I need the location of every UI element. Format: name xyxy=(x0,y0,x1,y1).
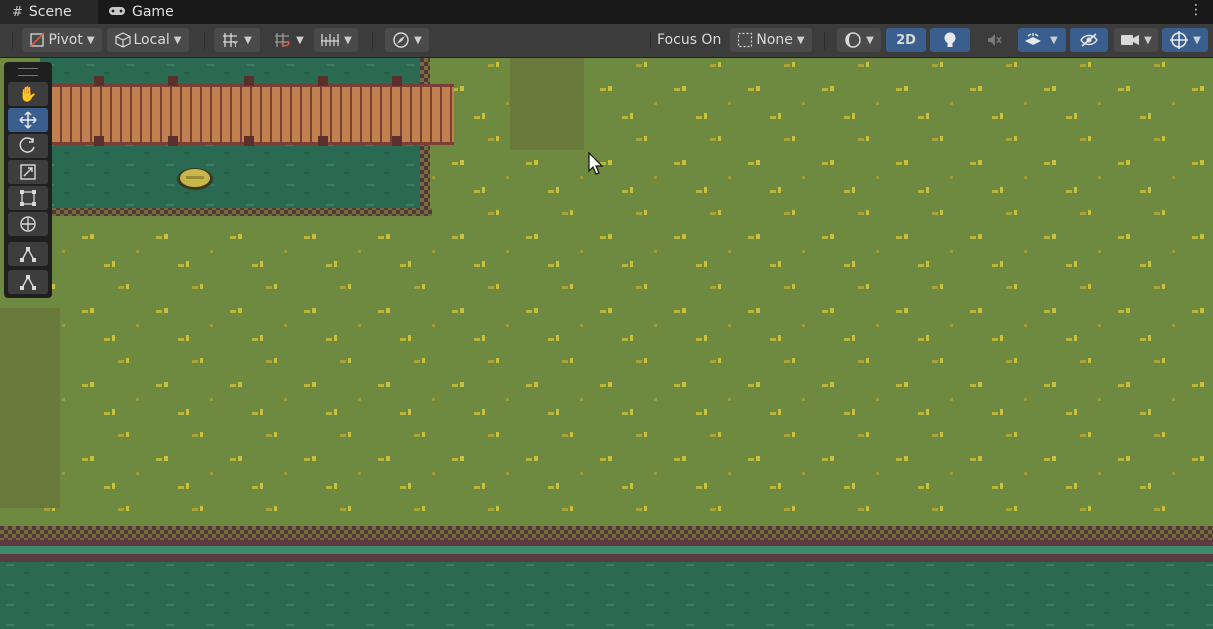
pivot-icon xyxy=(30,33,45,47)
focus-on-label: Focus On xyxy=(657,32,722,48)
local-dropdown[interactable]: Local ▼ xyxy=(107,28,189,52)
gizmos-dropdown[interactable]: ▼ xyxy=(1162,28,1208,52)
palette-grip[interactable] xyxy=(18,68,38,76)
grid-snap-icon: Y xyxy=(223,33,238,48)
lighting-toggle-button[interactable] xyxy=(930,28,970,52)
audio-mute-icon xyxy=(988,34,1002,46)
focus-on-value: None xyxy=(756,32,793,48)
toolbar-grip xyxy=(12,32,13,49)
chevron-down-icon: ▼ xyxy=(244,34,252,46)
hand-icon: ✋ xyxy=(18,85,38,103)
snap-increment-icon xyxy=(275,33,290,47)
focus-on-dropdown[interactable]: None ▼ xyxy=(730,28,812,52)
focus-on-label-container: Focus On xyxy=(657,28,727,52)
path-nodes-icon xyxy=(20,247,36,262)
snap-increment-dropdown[interactable]: ▼ xyxy=(266,28,312,52)
tab-scene[interactable]: # Scene xyxy=(0,0,98,24)
chevron-down-icon: ▼ xyxy=(414,34,422,46)
rect-tool-button[interactable] xyxy=(8,186,48,210)
transform-icon xyxy=(20,216,36,232)
camera-icon xyxy=(1121,35,1140,45)
scene-toolbar: Pivot ▼ Local ▼ Y ▼ ▼ ▼ ▼ Focus On None … xyxy=(0,24,1213,58)
path-nodes-icon xyxy=(20,275,36,290)
rotate-tool-button[interactable] xyxy=(8,134,48,158)
scene-visibility-toggle[interactable] xyxy=(1070,28,1108,52)
toolbar-separator xyxy=(204,32,205,49)
rotate-icon xyxy=(19,137,35,153)
view-options-dropdown[interactable]: ▼ xyxy=(385,28,429,52)
tilemap-canvas xyxy=(0,58,1213,629)
transform-tool-button[interactable] xyxy=(8,212,48,236)
editor-tab-bar: # Scene Game ⋮ xyxy=(0,0,1213,24)
2d-label: 2D xyxy=(896,32,916,48)
hand-tool-button[interactable]: ✋ xyxy=(8,82,48,106)
chevron-down-icon: ▼ xyxy=(173,34,182,46)
svg-text:Y: Y xyxy=(232,40,238,48)
scene-view[interactable] xyxy=(0,58,1213,629)
eye-slash-icon xyxy=(1080,33,1098,47)
pivot-label: Pivot xyxy=(48,32,83,48)
chevron-down-icon: ▼ xyxy=(296,34,304,46)
gizmo-icon xyxy=(1170,31,1189,49)
chevron-down-icon: ▼ xyxy=(86,34,95,46)
grid-snap-dropdown[interactable]: Y ▼ xyxy=(214,28,260,52)
mouse-cursor-icon xyxy=(588,151,604,180)
compass-icon xyxy=(393,32,409,48)
chevron-down-icon: ▼ xyxy=(1144,34,1152,46)
tab-scene-label: Scene xyxy=(28,4,72,20)
selection-box-icon xyxy=(738,32,753,48)
tab-game[interactable]: Game xyxy=(108,0,198,24)
2d-toggle-button[interactable]: 2D xyxy=(886,28,926,52)
ruler-icon xyxy=(321,34,340,46)
custom-tool-1-button[interactable] xyxy=(8,242,48,266)
toolbar-separator xyxy=(650,32,651,49)
increment-snap-dropdown[interactable]: ▼ xyxy=(314,28,358,52)
tool-palette: ✋ xyxy=(4,62,52,298)
chevron-down-icon: ▼ xyxy=(796,34,805,46)
chevron-down-icon: ▼ xyxy=(1050,34,1058,46)
chevron-down-icon: ▼ xyxy=(344,34,352,46)
hash-icon: # xyxy=(12,4,23,20)
move-tool-button[interactable] xyxy=(8,108,48,132)
gamepad-icon xyxy=(108,5,126,20)
scene-camera-dropdown[interactable]: ▼ xyxy=(1114,28,1158,52)
tab-game-label: Game xyxy=(132,4,174,20)
scale-icon xyxy=(20,164,36,180)
local-label: Local xyxy=(133,32,170,48)
layers-icon xyxy=(1025,33,1041,45)
audio-toggle-button[interactable] xyxy=(974,28,1014,52)
cube-icon xyxy=(114,32,131,48)
pivot-dropdown[interactable]: Pivot ▼ xyxy=(22,28,102,52)
scale-tool-button[interactable] xyxy=(8,160,48,184)
chevron-down-icon: ▼ xyxy=(866,34,874,46)
toolbar-separator xyxy=(372,32,373,49)
shading-mode-dropdown[interactable]: ▼ xyxy=(837,28,881,52)
chevron-down-icon: ▼ xyxy=(1193,34,1201,46)
toolbar-separator xyxy=(824,32,825,49)
custom-tool-2-button[interactable] xyxy=(8,270,48,294)
move-arrows-icon xyxy=(19,111,37,129)
lightbulb-icon xyxy=(944,32,956,47)
effects-dropdown[interactable]: ▼ xyxy=(1018,28,1066,52)
more-options-icon[interactable]: ⋮ xyxy=(1189,2,1203,18)
rect-transform-icon xyxy=(20,190,36,206)
shading-sphere-icon xyxy=(845,32,861,48)
